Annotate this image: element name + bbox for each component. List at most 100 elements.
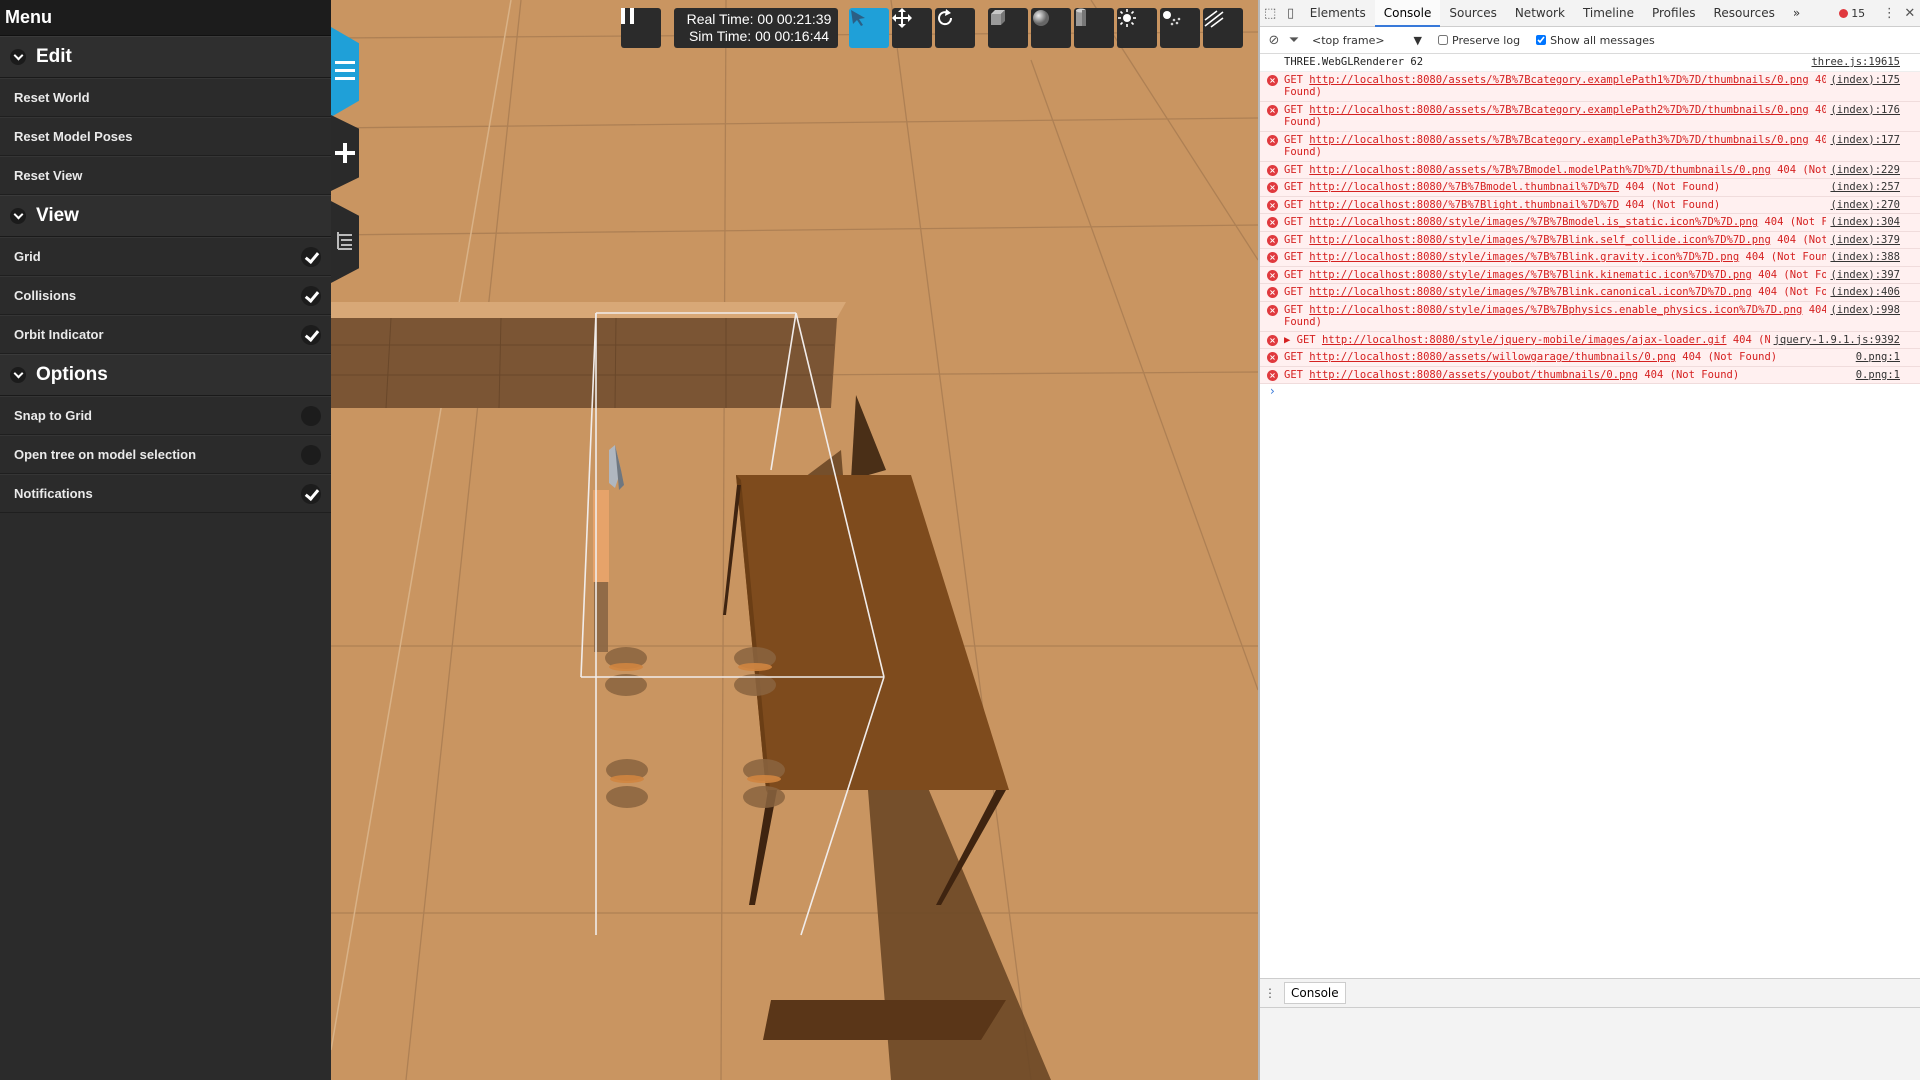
error-counter[interactable]: 15: [1839, 7, 1865, 20]
insert-sphere-button[interactable]: [1031, 8, 1071, 48]
console-message: GET: [1284, 198, 1303, 211]
notifications-toggle[interactable]: Notifications: [0, 474, 331, 513]
console-source-link[interactable]: (index):176: [1826, 103, 1900, 116]
device-mode-icon[interactable]: ▯: [1280, 0, 1300, 27]
console-url-link[interactable]: http://localhost:8080/style/images/%7B%7…: [1309, 251, 1739, 263]
scene-canvas[interactable]: [331, 0, 1258, 1080]
tab-console[interactable]: Console: [1374, 0, 1441, 27]
insert-point-light-button[interactable]: [1117, 8, 1157, 48]
menu-item-label: Orbit Indicator: [14, 327, 104, 342]
console-url-link[interactable]: http://localhost:8080/assets/%7B%7Bcateg…: [1309, 74, 1808, 86]
console-url-link[interactable]: http://localhost:8080/style/images/%7B%7…: [1309, 304, 1802, 316]
console-error-row: × GET http://localhost:8080/style/images/…: [1260, 214, 1920, 232]
checkmark-icon[interactable]: [301, 246, 321, 267]
select-mode-button[interactable]: [849, 8, 889, 48]
tab-profiles[interactable]: Profiles: [1643, 0, 1705, 27]
console-source-link[interactable]: (index):177: [1826, 133, 1900, 146]
console-source-link[interactable]: (index):379: [1826, 233, 1900, 246]
checkmark-icon[interactable]: [301, 285, 321, 306]
console-url-link[interactable]: http://localhost:8080/%7B%7Bmodel.thumbn…: [1309, 181, 1619, 193]
kebab-menu-icon[interactable]: ⋮: [1879, 0, 1899, 27]
console-url-link[interactable]: http://localhost:8080/style/jquery-mobil…: [1322, 334, 1727, 346]
section-edit[interactable]: Edit: [0, 36, 331, 78]
console-url-link[interactable]: http://localhost:8080/style/images/%7B%7…: [1309, 286, 1752, 298]
console-url-link[interactable]: http://localhost:8080/assets/willowgarag…: [1309, 351, 1676, 363]
3d-viewport[interactable]: Real Time: 00 00:21:39 Sim Time: 00 00:1…: [331, 0, 1258, 1080]
error-icon: ×: [1267, 369, 1278, 381]
insert-cylinder-button[interactable]: [1074, 8, 1114, 48]
console-source-link[interactable]: (index):304: [1826, 216, 1900, 229]
clear-console-icon[interactable]: ⊘: [1264, 30, 1284, 50]
console-url-link[interactable]: http://localhost:8080/style/images/%7B%7…: [1309, 269, 1752, 281]
section-title: Edit: [36, 46, 72, 67]
console-url-link[interactable]: http://localhost:8080/assets/%7B%7Bmodel…: [1309, 164, 1770, 176]
console-url-link[interactable]: http://localhost:8080/%7B%7Blight.thumbn…: [1309, 199, 1619, 211]
console-source-link[interactable]: jquery-1.9.1.js:9392: [1769, 333, 1900, 346]
console-source-link[interactable]: 0.png:1: [1851, 368, 1900, 381]
frame-select[interactable]: <top frame> ▼: [1312, 34, 1422, 47]
translate-mode-button[interactable]: [892, 8, 932, 48]
reset-world-button[interactable]: Reset World: [0, 78, 331, 117]
console-source-link[interactable]: (index):270: [1826, 198, 1900, 211]
preserve-log-input[interactable]: [1438, 35, 1448, 45]
menu-item-label: Collisions: [14, 288, 77, 303]
console-source-link[interactable]: (index):229: [1826, 163, 1900, 176]
show-all-checkbox[interactable]: Show all messages: [1536, 34, 1655, 47]
unchecked-circle-icon[interactable]: [301, 444, 321, 465]
insert-box-button[interactable]: [988, 8, 1028, 48]
open-tree-toggle[interactable]: Open tree on model selection: [0, 435, 331, 474]
unchecked-circle-icon[interactable]: [301, 405, 321, 426]
drawer-tab-console[interactable]: Console: [1284, 982, 1346, 1004]
gzweb-app: Menu Edit Reset World Reset Model Poses …: [0, 0, 1920, 1080]
sim-time-value: 00 00:16:44: [755, 28, 830, 44]
console-source-link[interactable]: three.js:19615: [1807, 56, 1900, 69]
checkmark-icon[interactable]: [301, 483, 321, 504]
console-url-link[interactable]: http://localhost:8080/style/images/%7B%7…: [1309, 216, 1758, 228]
section-view[interactable]: View: [0, 195, 331, 237]
console-source-link[interactable]: (index):406: [1826, 286, 1900, 299]
console-url-link[interactable]: http://localhost:8080/style/images/%7B%7…: [1309, 234, 1770, 246]
real-time-row: Real Time: 00 00:21:39: [680, 11, 838, 28]
inspect-element-icon[interactable]: ⬚: [1260, 0, 1280, 27]
console-source-link[interactable]: 0.png:1: [1851, 351, 1900, 364]
error-icon: ×: [1267, 287, 1278, 298]
console-url-link[interactable]: http://localhost:8080/assets/%7B%7Bcateg…: [1309, 104, 1808, 116]
tab-resources[interactable]: Resources: [1705, 0, 1784, 27]
console-message: GET: [1284, 351, 1303, 363]
collisions-toggle[interactable]: Collisions: [0, 276, 331, 315]
more-tabs-button[interactable]: »: [1784, 0, 1809, 27]
console-source-link[interactable]: (index):397: [1826, 268, 1900, 281]
tab-sources[interactable]: Sources: [1440, 0, 1505, 27]
console-source-link[interactable]: (index):257: [1826, 181, 1900, 194]
console-status: 404 (Not Found): [1625, 198, 1721, 211]
section-options[interactable]: Options: [0, 354, 331, 396]
console-url-link[interactable]: http://localhost:8080/assets/youbot/thum…: [1309, 369, 1638, 381]
show-all-label: Show all messages: [1550, 33, 1655, 47]
show-all-input[interactable]: [1536, 35, 1547, 45]
insert-spot-light-button[interactable]: [1160, 8, 1200, 48]
tab-elements[interactable]: Elements: [1301, 0, 1375, 27]
console-source-link[interactable]: (index):388: [1826, 251, 1900, 264]
reset-view-button[interactable]: Reset View: [0, 156, 331, 195]
drawer-menu-icon[interactable]: ⋮: [1260, 986, 1280, 1000]
orbit-indicator-toggle[interactable]: Orbit Indicator: [0, 315, 331, 354]
console-prompt[interactable]: ›: [1260, 384, 1920, 398]
snap-to-grid-toggle[interactable]: Snap to Grid: [0, 396, 331, 435]
console-source-link[interactable]: (index):175: [1826, 73, 1900, 86]
tab-network[interactable]: Network: [1506, 0, 1574, 27]
preserve-log-checkbox[interactable]: Preserve log: [1438, 34, 1520, 47]
filter-icon[interactable]: ⏷: [1284, 30, 1304, 50]
console-source-link[interactable]: (index):998: [1826, 303, 1900, 316]
reset-model-poses-button[interactable]: Reset Model Poses: [0, 117, 331, 156]
console-url-link[interactable]: http://localhost:8080/assets/%7B%7Bcateg…: [1309, 134, 1808, 146]
rotate-mode-button[interactable]: [935, 8, 975, 48]
pause-button[interactable]: [621, 8, 661, 48]
close-icon[interactable]: ✕: [1900, 0, 1920, 27]
grid-toggle[interactable]: Grid: [0, 237, 331, 276]
console-message: GET: [1284, 233, 1303, 246]
preserve-log-label: Preserve log: [1452, 33, 1521, 47]
tab-timeline[interactable]: Timeline: [1574, 0, 1643, 27]
insert-directional-light-button[interactable]: [1203, 8, 1243, 48]
error-icon: ×: [1267, 74, 1278, 86]
checkmark-icon[interactable]: [301, 324, 321, 345]
